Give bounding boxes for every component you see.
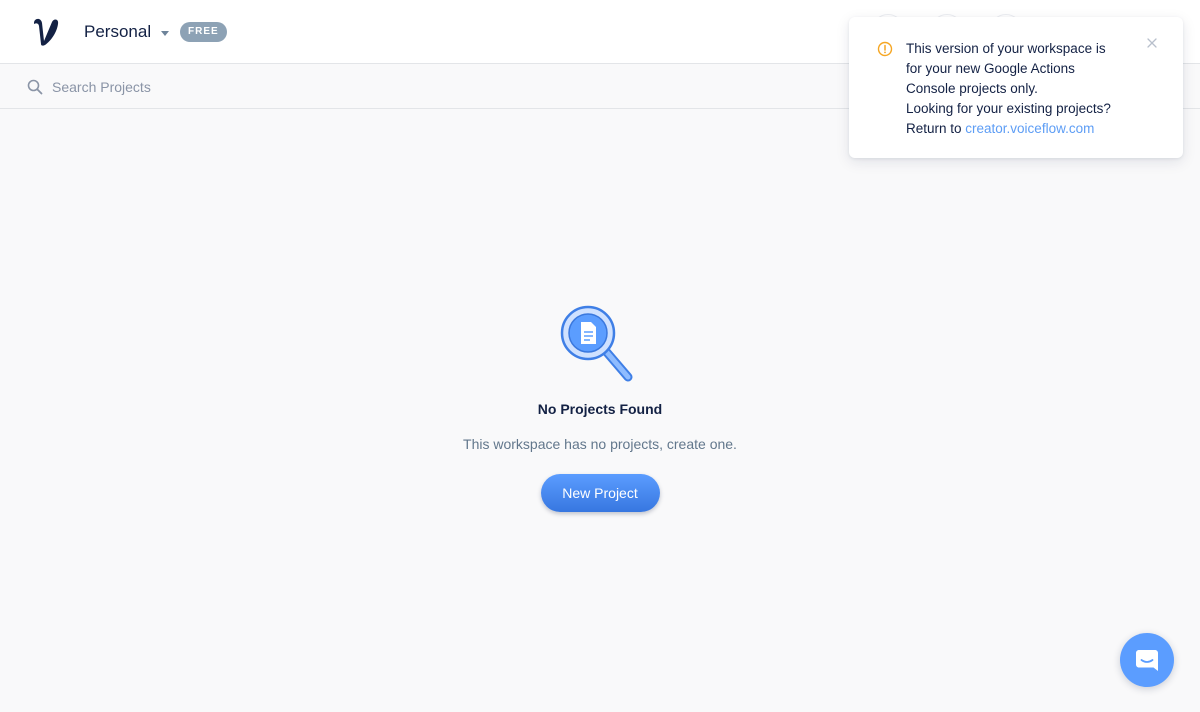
page: Personal FREE No Projects Found This wor… xyxy=(0,0,1200,712)
toast-line: Return to creator.voiceflow.com xyxy=(906,119,1136,139)
magnifier-document-icon xyxy=(560,305,633,382)
close-icon[interactable] xyxy=(1144,35,1160,51)
toast-line: Console projects only. xyxy=(906,81,1038,96)
voiceflow-logo[interactable] xyxy=(30,14,62,50)
chat-icon xyxy=(1136,650,1158,671)
toast-line-prefix: Return to xyxy=(906,121,966,136)
caret-down-icon xyxy=(161,30,170,36)
search-input[interactable] xyxy=(52,74,452,100)
warning-icon xyxy=(877,41,893,57)
workspace-name: Personal xyxy=(84,22,152,41)
empty-state: No Projects Found This workspace has no … xyxy=(0,305,1200,512)
toast-message: This version of your workspace is for yo… xyxy=(906,39,1136,139)
chat-launcher-button[interactable] xyxy=(1120,633,1174,687)
toast-line: Looking for your existing projects? xyxy=(906,101,1111,116)
empty-state-description: This workspace has no projects, create o… xyxy=(463,436,737,452)
plan-badge: FREE xyxy=(180,22,227,42)
info-toast: This version of your workspace is for yo… xyxy=(849,17,1183,158)
new-project-button[interactable]: New Project xyxy=(540,474,660,512)
toast-line: for your new Google Actions xyxy=(906,61,1075,76)
search-icon xyxy=(27,79,43,95)
toast-line: This version of your workspace is xyxy=(906,41,1106,56)
workspace-switcher[interactable]: Personal xyxy=(84,18,170,46)
empty-state-title: No Projects Found xyxy=(537,401,663,417)
creator-link[interactable]: creator.voiceflow.com xyxy=(965,121,1094,136)
